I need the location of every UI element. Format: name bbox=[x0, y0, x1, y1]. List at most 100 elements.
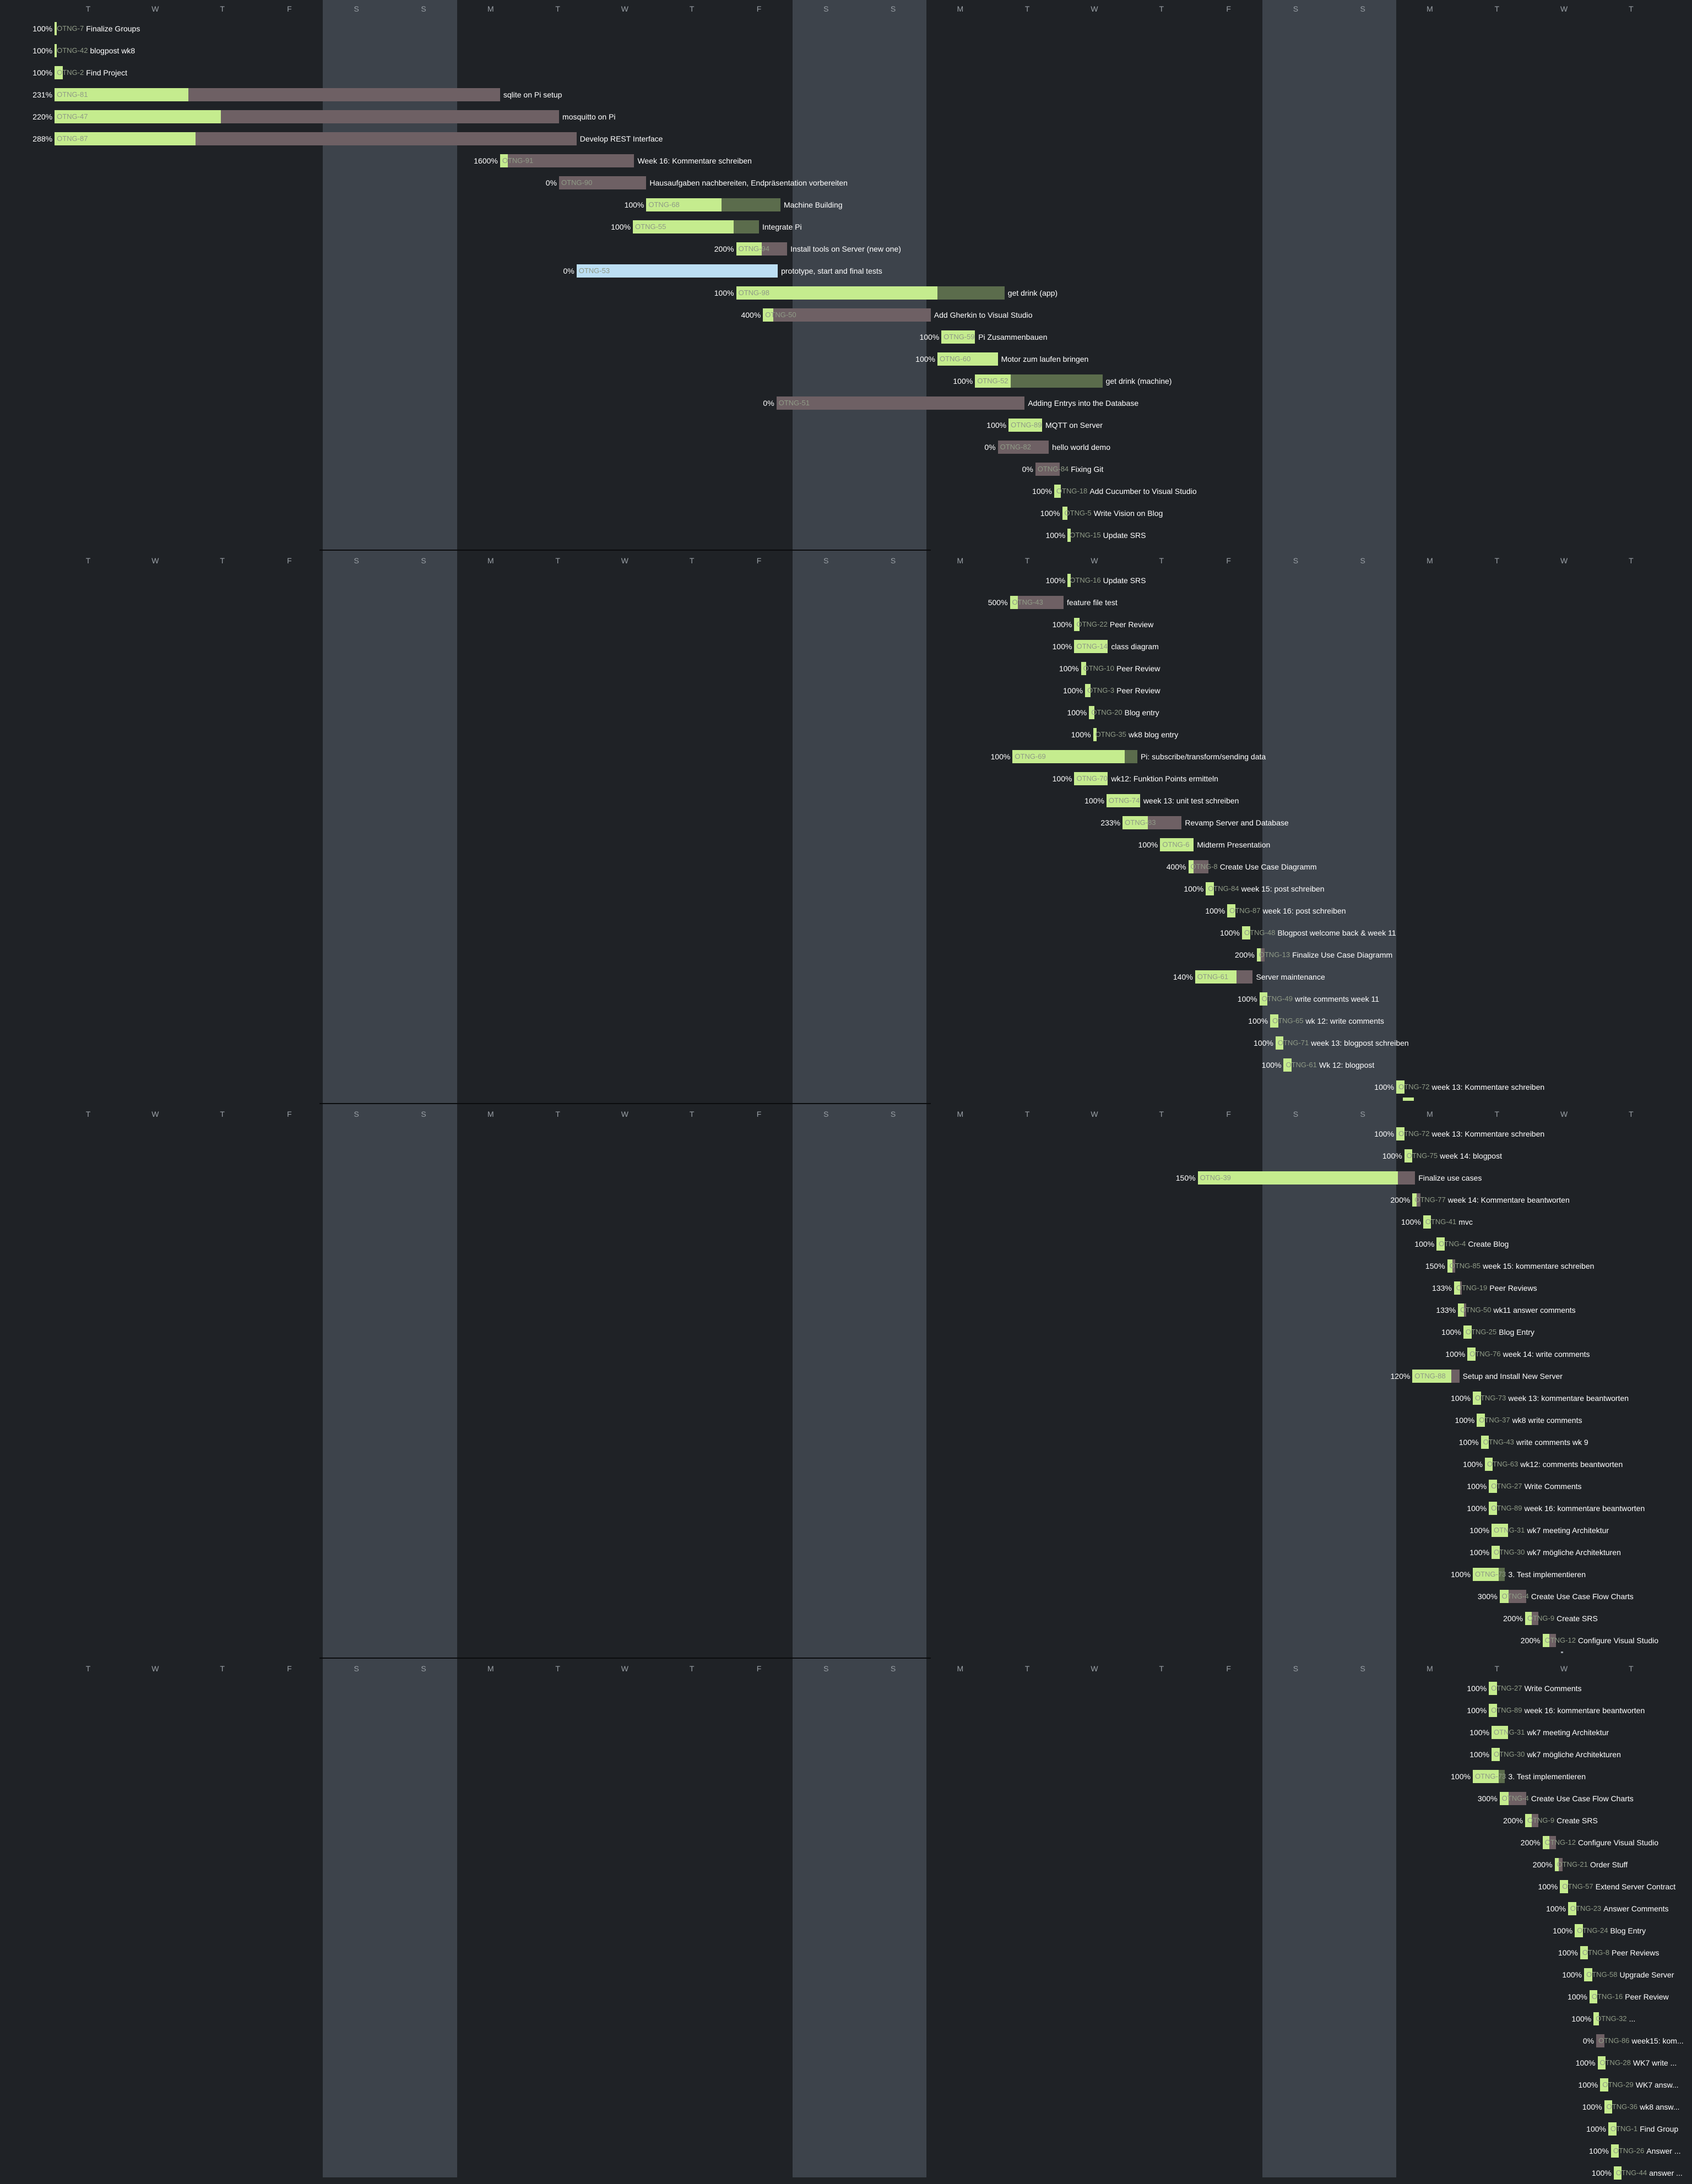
task-row[interactable]: 100% OTNG-52 get drink (machine) bbox=[0, 370, 1692, 392]
task-row[interactable]: 100% OTNG-2 Find Project bbox=[0, 62, 1692, 84]
task-row[interactable]: 200% OTNG-9 Create SRS bbox=[0, 1607, 1692, 1629]
task-key[interactable]: OTNG-36 bbox=[1607, 2100, 1637, 2114]
task-row[interactable]: 100% OTNG-22 Peer Review bbox=[0, 613, 1692, 635]
task-key[interactable]: OTNG-43 bbox=[1483, 1436, 1514, 1449]
task-key[interactable]: OTNG-8 bbox=[1582, 1946, 1609, 1959]
task-row[interactable]: 100% OTNG-8 Peer Reviews bbox=[0, 1942, 1692, 1964]
task-row[interactable]: 100% OTNG-89 MQTT on Server bbox=[0, 414, 1692, 436]
task-key[interactable]: OTNG-73 bbox=[1475, 1568, 1506, 1581]
task-row[interactable]: 100% OTNG-28 WK7 write ... bbox=[0, 2052, 1692, 2074]
task-key[interactable]: OTNG-50 bbox=[765, 308, 796, 322]
task-row[interactable]: 231% OTNG-81 sqlite on Pi setup bbox=[0, 84, 1692, 106]
task-key[interactable]: OTNG-88 bbox=[1414, 1370, 1445, 1383]
task-row[interactable]: 100% OTNG-75 week 14: blogpost bbox=[0, 1145, 1692, 1167]
task-row[interactable]: 100% OTNG-25 Blog Entry bbox=[0, 1321, 1692, 1343]
task-key[interactable]: OTNG-27 bbox=[1491, 1682, 1522, 1695]
task-key[interactable]: OTNG-5 bbox=[1065, 507, 1092, 520]
task-key[interactable]: OTNG-89 bbox=[1011, 419, 1042, 432]
task-key[interactable]: OTNG-20 bbox=[1091, 706, 1122, 719]
task-key[interactable]: OTNG-24 bbox=[1577, 1924, 1608, 1937]
task-key[interactable]: OTNG-59 bbox=[943, 330, 974, 344]
task-key[interactable]: OTNG-86 bbox=[1598, 2034, 1629, 2047]
task-row[interactable]: 100% OTNG-42 blogpost wk8 bbox=[0, 40, 1692, 62]
task-row[interactable]: 100% OTNG-55 Integrate Pi bbox=[0, 216, 1692, 238]
task-key[interactable]: OTNG-55 bbox=[635, 220, 666, 233]
task-row[interactable]: 100% OTNG-16 Peer Review bbox=[0, 1986, 1692, 2008]
task-key[interactable]: OTNG-58 bbox=[1586, 1968, 1617, 1981]
task-row[interactable]: 100% OTNG-84 week 15: post schreiben bbox=[0, 878, 1692, 900]
task-key[interactable]: OTNG-3 bbox=[1087, 684, 1114, 697]
task-row[interactable]: 300% OTNG-4 Create Use Case Flow Charts bbox=[0, 1788, 1692, 1810]
task-key[interactable]: OTNG-61 bbox=[1197, 970, 1228, 984]
task-key[interactable]: OTNG-94 bbox=[739, 242, 769, 256]
task-key[interactable]: OTNG-31 bbox=[1494, 1726, 1525, 1739]
task-row[interactable]: 100% OTNG-70 wk12: Funktion Points ermitte… bbox=[0, 768, 1692, 790]
task-key[interactable]: OTNG-89 bbox=[1491, 1502, 1522, 1515]
task-bar[interactable] bbox=[736, 286, 1005, 300]
task-row[interactable]: 200% OTNG-9 Create SRS bbox=[0, 1810, 1692, 1832]
task-key[interactable]: OTNG-2 bbox=[57, 66, 84, 79]
task-key[interactable]: OTNG-25 bbox=[1466, 1325, 1496, 1339]
task-key[interactable]: OTNG-10 bbox=[1083, 662, 1114, 675]
task-row[interactable]: 100% OTNG-4 Create Blog bbox=[0, 1233, 1692, 1255]
task-key[interactable]: OTNG-51 bbox=[779, 396, 810, 410]
task-key[interactable]: OTNG-69 bbox=[1015, 750, 1045, 763]
task-key[interactable]: OTNG-49 bbox=[1262, 992, 1293, 1006]
task-key[interactable]: OTNG-19 bbox=[1456, 1281, 1487, 1295]
task-key[interactable]: OTNG-87 bbox=[1229, 904, 1260, 917]
task-key[interactable]: OTNG-21 bbox=[1557, 1858, 1588, 1871]
task-key[interactable]: OTNG-44 bbox=[1616, 2166, 1647, 2180]
task-row[interactable]: 100% OTNG-10 Peer Review bbox=[0, 658, 1692, 680]
task-row[interactable]: 100% OTNG-98 get drink (app) bbox=[0, 282, 1692, 304]
task-row[interactable]: 220% OTNG-47 mosquitto on Pi bbox=[0, 106, 1692, 128]
task-key[interactable]: OTNG-77 bbox=[1414, 1193, 1445, 1207]
task-key[interactable]: OTNG-27 bbox=[1491, 1480, 1522, 1493]
task-key[interactable]: OTNG-6 bbox=[1162, 838, 1189, 851]
task-row[interactable]: 100% OTNG-68 Machine Building bbox=[0, 194, 1692, 216]
task-row[interactable]: 100% OTNG-65 wk 12: write comments bbox=[0, 1010, 1692, 1032]
task-key[interactable]: OTNG-14 bbox=[1076, 640, 1107, 653]
task-row[interactable]: 120% OTNG-88 Setup and Install New Server bbox=[0, 1365, 1692, 1387]
task-key[interactable]: OTNG-74 bbox=[1109, 794, 1140, 807]
task-key[interactable]: OTNG-84 bbox=[1208, 882, 1239, 895]
task-row[interactable]: 0% OTNG-51 Adding Entrys into the Database bbox=[0, 392, 1692, 414]
task-row[interactable]: 150% OTNG-85 week 15: kommentare schreiben bbox=[0, 1255, 1692, 1277]
task-row[interactable]: 100% OTNG-20 Blog entry bbox=[0, 702, 1692, 724]
task-row[interactable]: 150% OTNG-39 Finalize use cases bbox=[0, 1167, 1692, 1189]
task-bar[interactable] bbox=[55, 110, 560, 123]
task-key[interactable]: OTNG-73 bbox=[1475, 1392, 1506, 1405]
task-row[interactable]: 100% OTNG-73 3. Test implementieren bbox=[0, 1765, 1692, 1788]
task-row[interactable]: 100% OTNG-1 Find Group bbox=[0, 2118, 1692, 2140]
task-row[interactable]: 100% OTNG-31 wk7 meeting Architektur bbox=[0, 1721, 1692, 1743]
task-key[interactable]: OTNG-75 bbox=[1407, 1149, 1438, 1162]
task-row[interactable]: 0% OTNG-53 prototype, start and final test… bbox=[0, 260, 1692, 282]
task-row[interactable]: 300% OTNG-4 Create Use Case Flow Charts bbox=[0, 1585, 1692, 1607]
task-row[interactable]: 100% OTNG-48 Blogpost welcome back & week … bbox=[0, 922, 1692, 944]
task-key[interactable]: OTNG-53 bbox=[579, 264, 610, 278]
task-row[interactable]: 100% OTNG-89 week 16: kommentare beantwort… bbox=[0, 1699, 1692, 1721]
task-key[interactable]: OTNG-4 bbox=[1502, 1590, 1529, 1603]
task-row[interactable]: 100% OTNG-18 Add Cucumber to Visual Studio bbox=[0, 480, 1692, 502]
task-key[interactable]: OTNG-37 bbox=[1479, 1414, 1510, 1427]
task-key[interactable]: OTNG-18 bbox=[1056, 485, 1087, 498]
task-row[interactable]: 100% OTNG-27 Write Comments bbox=[0, 1677, 1692, 1699]
task-row[interactable]: 133% OTNG-19 Peer Reviews bbox=[0, 1277, 1692, 1299]
task-row[interactable]: 500% OTNG-43 feature file test bbox=[0, 591, 1692, 613]
task-row[interactable]: 100% OTNG-74 week 13: unit test schreiben bbox=[0, 790, 1692, 812]
task-key[interactable]: OTNG-50 bbox=[1460, 1303, 1491, 1317]
task-key[interactable]: OTNG-47 bbox=[57, 110, 88, 123]
task-key[interactable]: OTNG-35 bbox=[1096, 728, 1126, 741]
task-row[interactable]: 100% OTNG-63 wk12: comments beantworten bbox=[0, 1453, 1692, 1475]
task-row[interactable]: 100% OTNG-58 Upgrade Server bbox=[0, 1964, 1692, 1986]
task-key[interactable]: OTNG-90 bbox=[561, 176, 592, 189]
task-key[interactable]: OTNG-52 bbox=[977, 374, 1008, 388]
task-bar[interactable] bbox=[776, 396, 1025, 410]
task-key[interactable]: OTNG-32 bbox=[1596, 2012, 1626, 2025]
task-row[interactable]: 100% OTNG-7 Finalize Groups bbox=[0, 18, 1692, 40]
task-key[interactable]: OTNG-13 bbox=[1259, 948, 1290, 961]
task-key[interactable]: OTNG-41 bbox=[1425, 1215, 1456, 1229]
task-key[interactable]: OTNG-28 bbox=[1600, 2056, 1631, 2069]
task-key[interactable]: OTNG-65 bbox=[1272, 1014, 1303, 1028]
task-row[interactable]: 200% OTNG-77 week 14: Kommentare beantwort… bbox=[0, 1189, 1692, 1211]
task-row[interactable]: 100% OTNG-59 Pi Zusammenbauen bbox=[0, 326, 1692, 348]
